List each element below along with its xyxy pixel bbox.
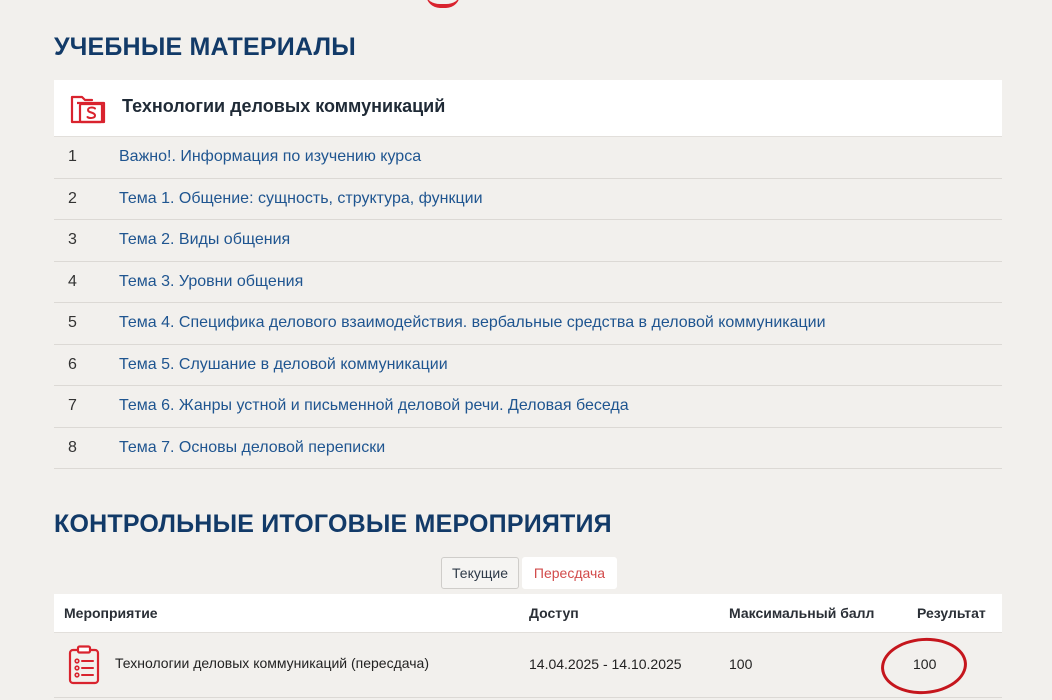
tab-retake[interactable]: Пересдача (522, 557, 617, 589)
material-link[interactable]: Тема 7. Основы деловой переписки (119, 439, 385, 457)
event-result: 100 (913, 656, 937, 672)
column-header-result: Результат (917, 605, 986, 621)
column-header-access: Доступ (529, 605, 579, 621)
item-number: 2 (68, 189, 77, 207)
checklist-icon (68, 645, 100, 685)
events-table: Мероприятие Доступ Максимальный балл Рез… (54, 594, 1002, 700)
event-name[interactable]: Технологии деловых коммуникаций (пересда… (115, 655, 429, 671)
item-number: 4 (68, 272, 77, 290)
material-link[interactable]: Тема 3. Уровни общения (119, 273, 303, 291)
materials-section-title: УЧЕБНЫЕ МАТЕРИАЛЫ (54, 33, 356, 61)
item-number: 3 (68, 231, 77, 248)
tab-current[interactable]: Текущие (441, 557, 519, 589)
list-item: 3 Тема 2. Виды общения (54, 220, 1002, 262)
material-link[interactable]: Тема 2. Виды общения (119, 231, 290, 249)
column-header-max-score: Максимальный балл (729, 605, 875, 621)
list-item: 4 Тема 3. Уровни общения (54, 262, 1002, 303)
materials-list: 1 Важно!. Информация по изучению курса 2… (54, 137, 1002, 469)
event-max-score: 100 (729, 656, 753, 672)
header-fragment (426, 0, 460, 8)
material-link[interactable]: Тема 1. Общение: сущность, структура, фу… (119, 190, 483, 208)
material-link[interactable]: Тема 5. Слушание в деловой коммуникации (119, 356, 448, 374)
item-number: 1 (68, 148, 77, 165)
list-item: 2 Тема 1. Общение: сущность, структура, … (54, 179, 1002, 220)
event-access-period: 14.04.2025 - 14.10.2025 (529, 656, 682, 672)
course-title: Технологии деловых коммуникаций (122, 96, 446, 116)
list-item: 1 Важно!. Информация по изучению курса (54, 137, 1002, 179)
table-row[interactable]: Технологии деловых коммуникаций (пересда… (54, 633, 1002, 698)
course-header: Технологии деловых коммуникаций (54, 80, 1002, 137)
material-link[interactable]: Тема 6. Жанры устной и письменной делово… (119, 397, 629, 415)
list-item: 5 Тема 4. Специфика делового взаимодейст… (54, 303, 1002, 345)
list-item: 7 Тема 6. Жанры устной и письменной дело… (54, 386, 1002, 428)
material-link[interactable]: Важно!. Информация по изучению курса (119, 148, 421, 166)
folder-s-icon (70, 95, 106, 124)
list-item: 8 Тема 7. Основы деловой переписки (54, 428, 1002, 469)
item-number: 6 (68, 355, 77, 373)
item-number: 7 (68, 397, 77, 414)
events-section-title: КОНТРОЛЬНЫЕ ИТОГОВЫЕ МЕРОПРИЯТИЯ (54, 510, 612, 538)
column-header-event: Мероприятие (64, 605, 158, 621)
item-number: 8 (68, 438, 77, 456)
item-number: 5 (68, 314, 77, 331)
list-item: 6 Тема 5. Слушание в деловой коммуникаци… (54, 345, 1002, 386)
material-link[interactable]: Тема 4. Специфика делового взаимодействи… (119, 314, 826, 332)
table-header: Мероприятие Доступ Максимальный балл Рез… (54, 594, 1002, 633)
